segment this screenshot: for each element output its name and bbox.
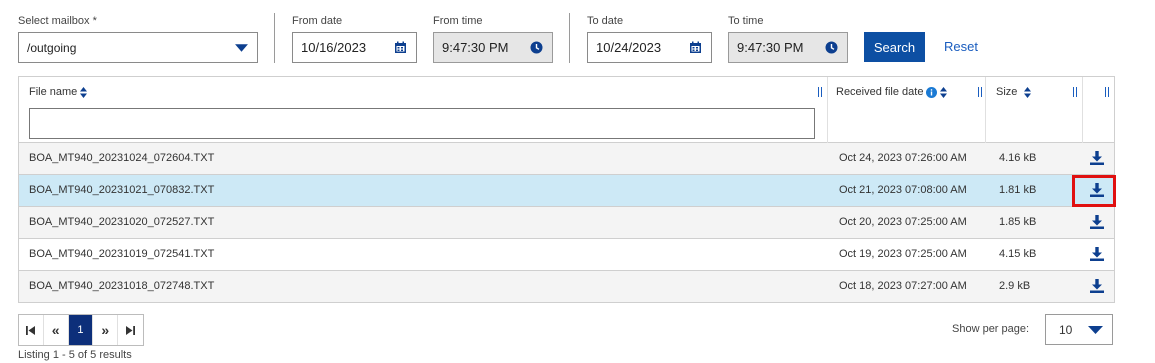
first-page-icon [26, 325, 36, 335]
mailbox-select[interactable]: /outgoing [18, 32, 258, 63]
divider [274, 13, 275, 63]
column-received-date[interactable]: Received file date [827, 77, 985, 143]
download-icon[interactable] [1089, 214, 1105, 230]
table-header: File name Received file date Size [19, 77, 1114, 143]
prev-page-button[interactable]: « [44, 315, 69, 345]
next-page-button[interactable]: » [93, 315, 119, 345]
first-page-button[interactable] [19, 315, 44, 345]
chevron-down-icon [1088, 326, 1103, 334]
table-row[interactable]: BOA_MT940_20231018_072748.TXT Oct 18, 20… [19, 271, 1114, 303]
last-page-button[interactable] [118, 315, 143, 345]
column-actions [1082, 77, 1116, 143]
sort-icon[interactable] [940, 86, 948, 98]
files-table: File name Received file date Size BOA_MT… [18, 76, 1116, 303]
received-date-cell: Oct 20, 2023 07:25:00 AM [839, 216, 967, 228]
column-resize-handle[interactable] [1073, 87, 1077, 97]
column-resize-handle[interactable] [978, 87, 982, 97]
to-date-input[interactable]: 10/24/2023 [587, 32, 712, 63]
file-name-filter-input[interactable] [29, 108, 815, 139]
table-row[interactable]: BOA_MT940_20231019_072541.TXT Oct 19, 20… [19, 239, 1114, 271]
pagination: « 1 » [18, 314, 144, 346]
per-page-select[interactable]: 10 [1045, 314, 1113, 345]
table-row[interactable]: BOA_MT940_20231021_070832.TXT Oct 21, 20… [19, 175, 1116, 207]
current-page-button[interactable]: 1 [68, 315, 94, 345]
listing-summary: Listing 1 - 5 of 5 results [18, 349, 132, 361]
divider [569, 13, 570, 63]
received-date-cell: Oct 19, 2023 07:25:00 AM [839, 248, 967, 260]
sort-icon[interactable] [80, 86, 88, 98]
last-page-icon [126, 325, 136, 335]
to-time-label: To time [728, 15, 764, 27]
file-name-cell: BOA_MT940_20231018_072748.TXT [29, 280, 215, 292]
size-cell: 1.85 kB [999, 216, 1037, 228]
download-icon[interactable] [1089, 150, 1105, 166]
mailbox-value: /outgoing [27, 40, 77, 55]
sort-icon[interactable] [1024, 86, 1032, 98]
column-file-name[interactable]: File name [19, 77, 827, 143]
column-size-label: Size [996, 86, 1018, 98]
from-time-input[interactable]: 9:47:30 PM [433, 32, 553, 63]
table-row[interactable]: BOA_MT940_20231020_072527.TXT Oct 20, 20… [19, 207, 1114, 239]
info-icon[interactable] [926, 86, 938, 98]
search-button[interactable]: Search [864, 32, 925, 62]
clock-icon[interactable] [530, 41, 543, 54]
to-date-label: To date [587, 15, 624, 27]
received-date-cell: Oct 21, 2023 07:08:00 AM [839, 184, 967, 196]
column-file-name-label: File name [29, 86, 78, 98]
size-cell: 1.81 kB [999, 184, 1037, 196]
download-icon[interactable] [1089, 246, 1105, 262]
to-time-value: 9:47:30 PM [737, 40, 804, 55]
received-date-cell: Oct 18, 2023 07:27:00 AM [839, 280, 967, 292]
from-date-input[interactable]: 10/16/2023 [292, 32, 417, 63]
column-size[interactable]: Size [985, 77, 1082, 143]
download-icon[interactable] [1089, 278, 1105, 294]
from-date-value: 10/16/2023 [301, 40, 367, 55]
file-name-cell: BOA_MT940_20231020_072527.TXT [29, 216, 215, 228]
from-date-label: From date [292, 15, 343, 27]
to-date-value: 10/24/2023 [596, 40, 662, 55]
mailbox-label: Select mailbox * [18, 15, 97, 27]
file-name-cell: BOA_MT940_20231024_072604.TXT [29, 152, 215, 164]
download-icon[interactable] [1089, 182, 1105, 198]
from-time-value: 9:47:30 PM [442, 40, 509, 55]
chevron-down-icon [235, 44, 248, 52]
calendar-icon[interactable] [689, 41, 702, 54]
received-date-cell: Oct 24, 2023 07:26:00 AM [839, 152, 967, 164]
table-row[interactable]: BOA_MT940_20231024_072604.TXT Oct 24, 20… [19, 143, 1114, 175]
calendar-icon[interactable] [394, 41, 407, 54]
column-resize-handle[interactable] [1105, 87, 1109, 97]
to-time-input[interactable]: 9:47:30 PM [728, 32, 848, 63]
per-page-value: 10 [1059, 322, 1073, 337]
size-cell: 2.9 kB [999, 280, 1031, 292]
reset-button[interactable]: Reset [944, 39, 978, 54]
file-name-cell: BOA_MT940_20231019_072541.TXT [29, 248, 215, 260]
per-page-label: Show per page: [952, 323, 1030, 335]
column-received-label: Received file date [836, 86, 924, 98]
clock-icon[interactable] [825, 41, 838, 54]
size-cell: 4.16 kB [999, 152, 1037, 164]
file-name-cell: BOA_MT940_20231021_070832.TXT [29, 184, 215, 196]
size-cell: 4.15 kB [999, 248, 1037, 260]
from-time-label: From time [433, 15, 483, 27]
column-resize-handle[interactable] [818, 87, 822, 97]
